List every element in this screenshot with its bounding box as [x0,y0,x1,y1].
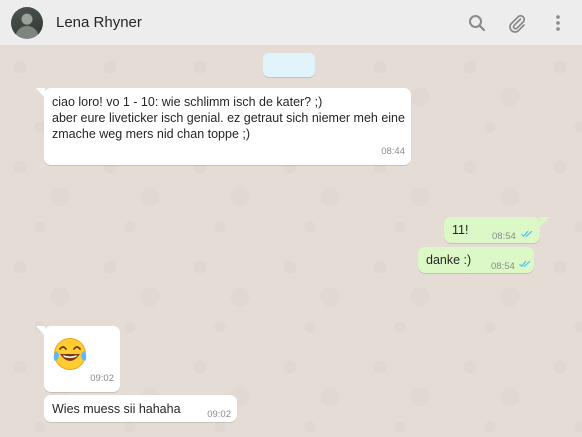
contact-avatar[interactable] [11,7,43,39]
message-time: 09:02 [207,409,231,420]
laughing-tears-emoji [53,338,87,370]
message-text: ciao loro! vo 1 - 10: wie schlimm isch d… [52,94,405,142]
message-text: 11! [452,223,469,237]
menu-icon[interactable] [546,11,570,35]
message-text: Wies muess sii hahaha [52,402,181,416]
incoming-message[interactable]: Wies muess sii hahaha 09:02 [44,395,237,422]
message-time: 08:44 [381,146,405,157]
read-receipt-icon [519,260,531,268]
message-time: 08:54 [491,261,515,272]
message-line: ciao loro! vo 1 - 10: wie schlimm isch d… [52,95,323,109]
message-text: danke :) [426,253,472,267]
date-divider-chip [263,53,315,77]
chat-panel[interactable]: ciao loro! vo 1 - 10: wie schlimm isch d… [0,47,582,437]
chat-header: Lena Rhyner [0,0,582,46]
incoming-message[interactable]: 09:02 [44,326,120,392]
message-time: 09:02 [90,373,114,384]
message-line: zmache weg mers nid chan toppe ;) [52,127,251,141]
incoming-message[interactable]: ciao loro! vo 1 - 10: wie schlimm isch d… [44,88,411,165]
message-time: 08:54 [492,231,516,242]
read-receipt-icon [521,230,533,238]
search-icon[interactable] [465,11,489,35]
outgoing-message[interactable]: danke :) 08:54 [418,247,534,273]
attach-icon[interactable] [505,11,529,35]
bubble-tail [540,217,549,227]
contact-name[interactable]: Lena Rhyner [56,14,142,31]
outgoing-message[interactable]: 11! 08:54 [444,217,540,243]
message-line: aber eure liveticker isch genial. ez get… [52,111,405,125]
